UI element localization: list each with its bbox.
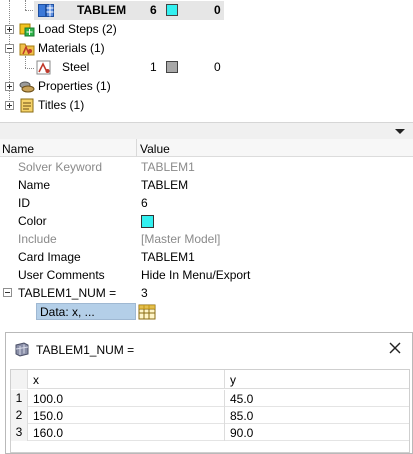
collapse-toggle[interactable]: [5, 44, 14, 53]
table-row[interactable]: 3 160.0 90.0: [11, 424, 409, 441]
property-row-card-image[interactable]: Card Image TABLEM1: [0, 248, 413, 266]
color-value-swatch[interactable]: [141, 215, 154, 228]
property-value: [Master Model]: [141, 232, 221, 246]
row-number[interactable]: 3: [11, 424, 28, 441]
property-name: Color: [18, 214, 47, 228]
model-browser-tree: TABLEM 6 0 Load Steps (2) Materials (1) …: [0, 0, 413, 122]
property-row-user-comments[interactable]: User Comments Hide In Menu/Export: [0, 266, 413, 284]
column-divider: [224, 424, 225, 441]
property-row-tablem1-num[interactable]: TABLEM1_NUM = 3: [0, 284, 413, 302]
column-header-x[interactable]: x: [33, 373, 39, 387]
property-value[interactable]: TABLEM1: [141, 250, 195, 264]
property-name: ID: [18, 196, 30, 210]
expand-toggle[interactable]: [5, 101, 14, 110]
tree-item-properties[interactable]: Properties (1): [0, 77, 413, 96]
tree-item-label: Materials (1): [38, 41, 105, 55]
xy-data-table: x y 1 100.0 45.0 2 150.0 85.0 3 160.0 90…: [10, 369, 410, 453]
tree-item-count: 0: [214, 3, 221, 17]
load-steps-icon: [19, 22, 35, 37]
column-header-y[interactable]: y: [230, 373, 236, 387]
table-header-row: x y: [11, 370, 409, 389]
color-swatch[interactable]: [166, 4, 178, 16]
cell-x[interactable]: 100.0: [33, 392, 63, 406]
column-header-value[interactable]: Value: [140, 142, 170, 156]
property-row-id[interactable]: ID 6: [0, 194, 413, 212]
property-value[interactable]: TABLEM: [141, 178, 188, 192]
property-value: TABLEM1: [141, 160, 195, 174]
tree-item-label: TABLEM: [77, 3, 127, 17]
cell-x[interactable]: 150.0: [33, 409, 63, 423]
expand-toggle[interactable]: [5, 25, 14, 34]
tree-item-label: Titles (1): [38, 98, 85, 112]
property-row-solver-keyword: Solver Keyword TABLEM1: [0, 158, 413, 176]
materials-folder-icon: [19, 41, 35, 56]
column-divider[interactable]: [224, 370, 225, 389]
property-value[interactable]: Hide In Menu/Export: [141, 268, 250, 282]
cell-x[interactable]: 160.0: [33, 426, 63, 440]
data-xy-label: Data: x, ...: [40, 305, 95, 319]
column-divider: [224, 407, 225, 424]
tree-item-count: 0: [214, 60, 221, 74]
property-value[interactable]: 6: [141, 196, 148, 210]
property-name: User Comments: [18, 268, 105, 282]
titles-icon: [19, 98, 35, 113]
column-divider[interactable]: [136, 139, 137, 157]
cell-y[interactable]: 90.0: [230, 426, 253, 440]
tree-item-id: 6: [150, 3, 157, 17]
property-name: Solver Keyword: [18, 160, 103, 174]
collapse-arrow-icon[interactable]: [395, 129, 405, 134]
property-name: TABLEM1_NUM =: [18, 286, 117, 300]
data-xy-field[interactable]: Data: x, ...: [36, 303, 136, 320]
collapse-toggle[interactable]: [3, 288, 12, 297]
table-dialog-icon: [14, 341, 30, 357]
property-name: Include: [18, 232, 57, 246]
column-header-name[interactable]: Name: [2, 142, 34, 156]
tree-item-load-steps[interactable]: Load Steps (2): [0, 20, 413, 39]
tree-connector: [25, 0, 26, 10]
property-row-include: Include [Master Model]: [0, 230, 413, 248]
close-icon[interactable]: [388, 341, 402, 355]
tree-item-label: Properties (1): [38, 79, 111, 93]
property-grid-header: Name Value: [0, 139, 413, 157]
dialog-title-bar[interactable]: TABLEM1_NUM =: [6, 333, 412, 365]
material-icon: [36, 60, 52, 75]
dialog-title: TABLEM1_NUM =: [36, 343, 135, 357]
table-dialog: TABLEM1_NUM = x y 1 100.0 45.0 2 150.0 8…: [5, 332, 413, 454]
property-value[interactable]: 3: [141, 286, 148, 300]
tree-item-materials[interactable]: Materials (1): [0, 39, 413, 58]
expand-toggle[interactable]: [5, 82, 14, 91]
table-corner[interactable]: [11, 370, 28, 389]
column-divider: [224, 390, 225, 407]
cell-y[interactable]: 85.0: [230, 409, 253, 423]
property-row-name[interactable]: Name TABLEM: [0, 176, 413, 194]
tree-item-label: Load Steps (2): [38, 22, 117, 36]
table-row[interactable]: 1 100.0 45.0: [11, 390, 409, 407]
tree-item-label: Steel: [62, 60, 90, 74]
property-grid: Name Value Solver Keyword TABLEM1 Name T…: [0, 139, 413, 330]
tablem-table-icon: [38, 3, 54, 18]
tree-item-tablem[interactable]: TABLEM 6 0: [34, 1, 224, 20]
tree-item-titles[interactable]: Titles (1): [0, 96, 413, 115]
tree-item-id: 1: [150, 60, 157, 74]
color-swatch[interactable]: [166, 61, 178, 73]
property-name: Name: [18, 178, 51, 192]
row-number[interactable]: 2: [11, 407, 28, 424]
panel-splitter[interactable]: [0, 122, 413, 139]
table-row[interactable]: 2 150.0 85.0: [11, 407, 409, 424]
cell-y[interactable]: 45.0: [230, 392, 253, 406]
property-name: Card Image: [18, 250, 81, 264]
property-row-color[interactable]: Color: [0, 212, 413, 230]
row-number[interactable]: 1: [11, 390, 28, 407]
properties-icon: [19, 79, 35, 94]
table-editor-icon[interactable]: [138, 303, 156, 321]
tree-item-steel[interactable]: Steel 1 0: [0, 58, 413, 77]
